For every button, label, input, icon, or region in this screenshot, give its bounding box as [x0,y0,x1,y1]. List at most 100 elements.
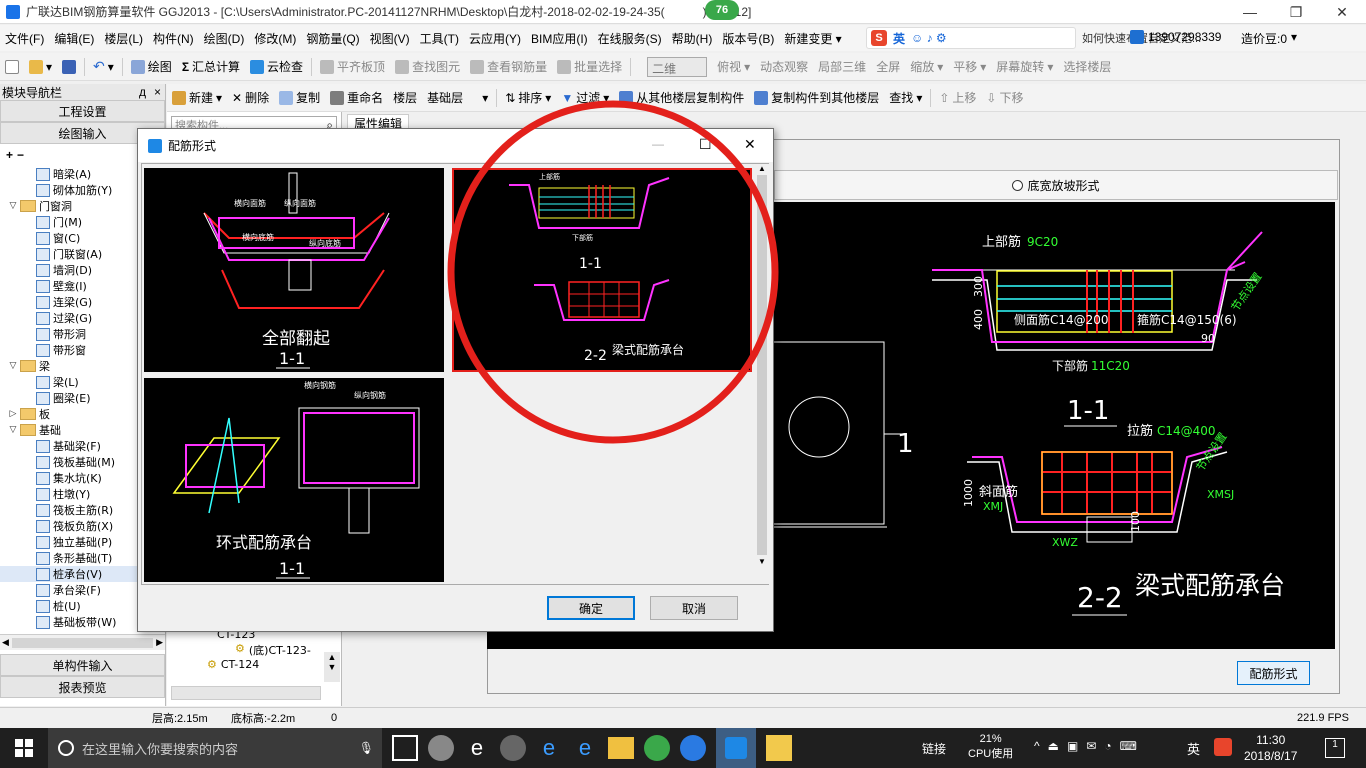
pin-icon[interactable]: д [139,85,146,99]
list-item[interactable]: ⚙ CT-124 [207,658,259,671]
menu-file[interactable]: 文件(F) [0,30,49,47]
emoji-icon[interactable]: ☺ ♪ ⚙ [911,31,947,45]
single-component-input-button[interactable]: 单构件输入 [0,654,165,676]
user-phone[interactable]: 13907298339 [1148,30,1221,44]
select-floor-button[interactable]: 选择楼层 [1058,58,1116,75]
align-slab-button[interactable]: 平齐板顶 [315,58,390,75]
menu-online[interactable]: 在线服务(S) [593,30,667,47]
top-view-button[interactable]: 俯视 ▾ [712,58,755,75]
menu-floor[interactable]: 楼层(L) [99,30,148,47]
menu-new-change[interactable]: 新建变更 ▾ [779,30,846,47]
zoom-button[interactable]: 缩放 ▾ [905,58,948,75]
notification-center-icon[interactable]: 1 [1325,738,1345,758]
bottom-slope-label: 底宽放坡形式 [1027,178,1100,193]
local-3d-button[interactable]: 局部三维 [813,58,871,75]
cancel-button[interactable]: 取消 [650,596,738,620]
taskbar-search[interactable]: 在这里输入你要搜索的内容 🎙 [48,728,382,768]
windows-taskbar: 在这里输入你要搜索的内容 🎙 e e e 链接 21% CPU使用 ^⏏▣✉◔⌨… [0,728,1366,768]
component-type-icon [36,343,50,357]
task-view-icon[interactable] [392,735,418,761]
collapse-all-icon[interactable]: − [17,148,24,162]
rebar-form-option-ring-cap[interactable]: 横向钢筋 纵向钢筋 环式配筋承台 1-1 [144,378,444,582]
draw-button[interactable]: 绘图 [126,58,177,75]
open-file-icon[interactable]: ▾ [24,59,57,74]
rotate-screen-button[interactable]: 屏幕旋转 ▾ [991,58,1058,75]
cloud-check-button[interactable]: 云检查 [245,58,308,75]
app-icon[interactable] [500,735,526,761]
app-icon[interactable] [644,735,670,761]
thumb-section: 1-1 [279,349,305,368]
ime-lang[interactable]: 英 [893,30,905,47]
project-settings-button[interactable]: 工程设置 [0,100,165,122]
save-icon[interactable] [57,59,81,74]
move-down-button[interactable]: ⇩ 下移 [981,89,1028,106]
app-icon[interactable] [766,735,792,761]
menu-view[interactable]: 视图(V) [365,30,415,47]
list-hscrollbar[interactable] [171,686,321,700]
new-component-button[interactable]: 新建 ▾ [167,89,227,106]
ok-button[interactable]: 确定 [547,596,635,620]
menu-version[interactable]: 版本号(B) [717,30,779,47]
menu-component[interactable]: 构件(N) [148,30,199,47]
ggj-app-icon[interactable] [716,728,756,768]
cost-beans[interactable]: 造价豆:0 ▾ [1241,30,1297,47]
batch-select-button[interactable]: 批量选择 [552,58,627,75]
fullscreen-button[interactable]: 全屏 [871,58,905,75]
menu-bim[interactable]: BIM应用(I) [526,30,593,47]
pan-button[interactable]: 平移 ▾ [948,58,991,75]
taskbar-search-input[interactable]: 在这里输入你要搜索的内容 [82,739,238,758]
tray-icons[interactable]: ^⏏▣✉◔⌨ [1034,739,1145,753]
taskbar-apps: e e e [392,728,792,768]
menu-modify[interactable]: 修改(M) [249,30,301,47]
microphone-icon[interactable]: 🎙 [359,741,374,755]
chevron-down-icon[interactable]: ▽ [8,361,18,371]
chevron-right-icon[interactable]: ▷ [8,409,18,419]
undo-icon[interactable]: ↶ ▾ [88,58,119,75]
restore-button[interactable]: ❐ [1273,0,1319,24]
view-rebar-qty-button[interactable]: 查看钢筋量 [465,58,552,75]
dynamic-view-button[interactable]: 动态观察 [755,58,813,75]
tray-ime[interactable]: 英 [1187,739,1200,758]
pile-stub [1086,516,1133,543]
ie-icon[interactable]: e [464,735,490,761]
view-mode-select[interactable]: 二维 [642,56,712,77]
taskbar-link[interactable]: 链接 [922,740,946,757]
list-scroll-down[interactable]: ▲ ▼ [324,652,340,682]
bottom-slope-radio[interactable]: 底宽放坡形式 [774,170,1338,200]
delete-button[interactable]: ✕ 删除 [227,89,274,106]
summary-calc-button[interactable]: Σ 汇总计算 [177,58,245,75]
copy-button[interactable]: 复制 [274,89,325,106]
close-button[interactable]: ✕ [1319,0,1365,24]
move-up-button[interactable]: ⇧ 上移 [934,89,981,106]
menu-rebar[interactable]: 钢筋量(Q) [301,30,364,47]
menu-draw[interactable]: 绘图(D) [199,30,250,47]
find-button[interactable]: 查找 ▾ [884,89,927,106]
menu-help[interactable]: 帮助(H) [667,30,718,47]
app-icon[interactable] [680,735,706,761]
new-file-icon[interactable] [0,59,24,74]
chevron-down-icon[interactable]: ▽ [8,201,18,211]
sogou-tray-icon[interactable] [1214,738,1232,756]
user-area[interactable]: 13907298339 [1130,30,1221,44]
edge-icon[interactable]: e [536,735,562,761]
ie-icon[interactable]: e [572,735,598,761]
rebar-form-button[interactable]: 配筋形式 [1237,661,1310,685]
file-explorer-icon[interactable] [608,737,634,759]
menu-cloud[interactable]: 云应用(Y) [464,30,526,47]
list-item[interactable]: ⚙ (底)CT-123- [235,642,311,658]
chevron-down-icon[interactable]: ▽ [8,425,18,435]
clock[interactable]: 11:30 2018/8/17 [1244,732,1297,764]
app-icon[interactable] [428,735,454,761]
expand-all-icon[interactable]: + [6,148,13,162]
start-button[interactable] [0,728,48,768]
menu-edit[interactable]: 编辑(E) [49,30,99,47]
panel-close-icon[interactable]: × [154,85,161,99]
menu-tools[interactable]: 工具(T) [415,30,464,47]
minimize-button[interactable]: — [1227,0,1273,24]
rename-button[interactable]: 重命名 [325,89,388,106]
rebar-form-option-all-bent-up[interactable]: 横向面筋 纵向面筋 横向底筋 纵向底筋 全部翻起 1-1 [144,168,444,372]
report-preview-button[interactable]: 报表预览 [0,676,165,698]
tree-hscrollbar[interactable]: ◀ ▶ [0,634,165,650]
find-element-button[interactable]: 查找图元 [390,58,465,75]
ime-toolbar[interactable]: S 英 ☺ ♪ ⚙ [866,27,1076,49]
